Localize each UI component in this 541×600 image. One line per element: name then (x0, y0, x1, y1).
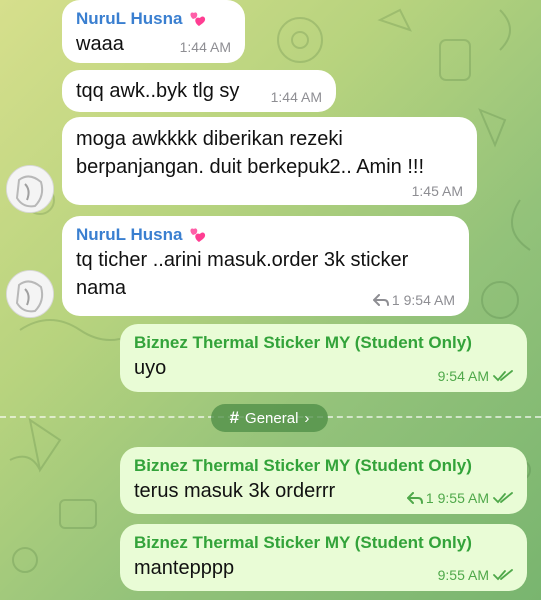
double-check-icon (493, 569, 513, 581)
topic-pill-general[interactable]: # General › (211, 404, 328, 432)
message-time: 1:45 AM (411, 183, 463, 199)
two-hearts-icon (190, 12, 206, 26)
chevron-right-icon: › (304, 409, 310, 427)
reply-arrow-icon (372, 294, 389, 306)
message-text-line-1: tq ticher ..arini masuk.order 3k sticker (76, 249, 409, 271)
two-hearts-icon (190, 228, 206, 242)
message-time: 1:44 AM (179, 39, 231, 55)
avatar-picture (7, 271, 53, 317)
double-check-icon (493, 370, 513, 382)
message-time: 9:55 AM (437, 567, 489, 583)
sender-name[interactable]: Biznez Thermal Sticker MY (Student Only) (134, 332, 513, 354)
reply-arrow-icon (406, 492, 423, 504)
avatar-picture (7, 166, 53, 212)
message-time: 9:55 AM (437, 490, 489, 506)
topic-label: General (245, 409, 299, 427)
message-time: 9:54 AM (437, 368, 489, 384)
message-time: 1:44 AM (270, 89, 322, 105)
replies-count[interactable]: 1 (372, 292, 400, 308)
sender-name[interactable]: NuruL Husna (76, 224, 455, 246)
hash-icon: # (229, 408, 240, 427)
user-avatar[interactable] (6, 270, 54, 318)
sender-name[interactable]: NuruL Husna (76, 8, 231, 30)
sender-name[interactable]: Biznez Thermal Sticker MY (Student Only) (134, 532, 513, 554)
message-text-line-1: moga awkkkk diberikan rezeki (76, 128, 343, 150)
double-check-icon (493, 492, 513, 504)
user-avatar[interactable] (6, 165, 54, 213)
sender-name[interactable]: Biznez Thermal Sticker MY (Student Only) (134, 455, 513, 477)
message-time: 9:54 AM (403, 292, 455, 308)
message-text-line-2: berpanjangan. duit berkepuk2.. Amin !!! (76, 156, 425, 178)
replies-count[interactable]: 1 (406, 490, 434, 506)
